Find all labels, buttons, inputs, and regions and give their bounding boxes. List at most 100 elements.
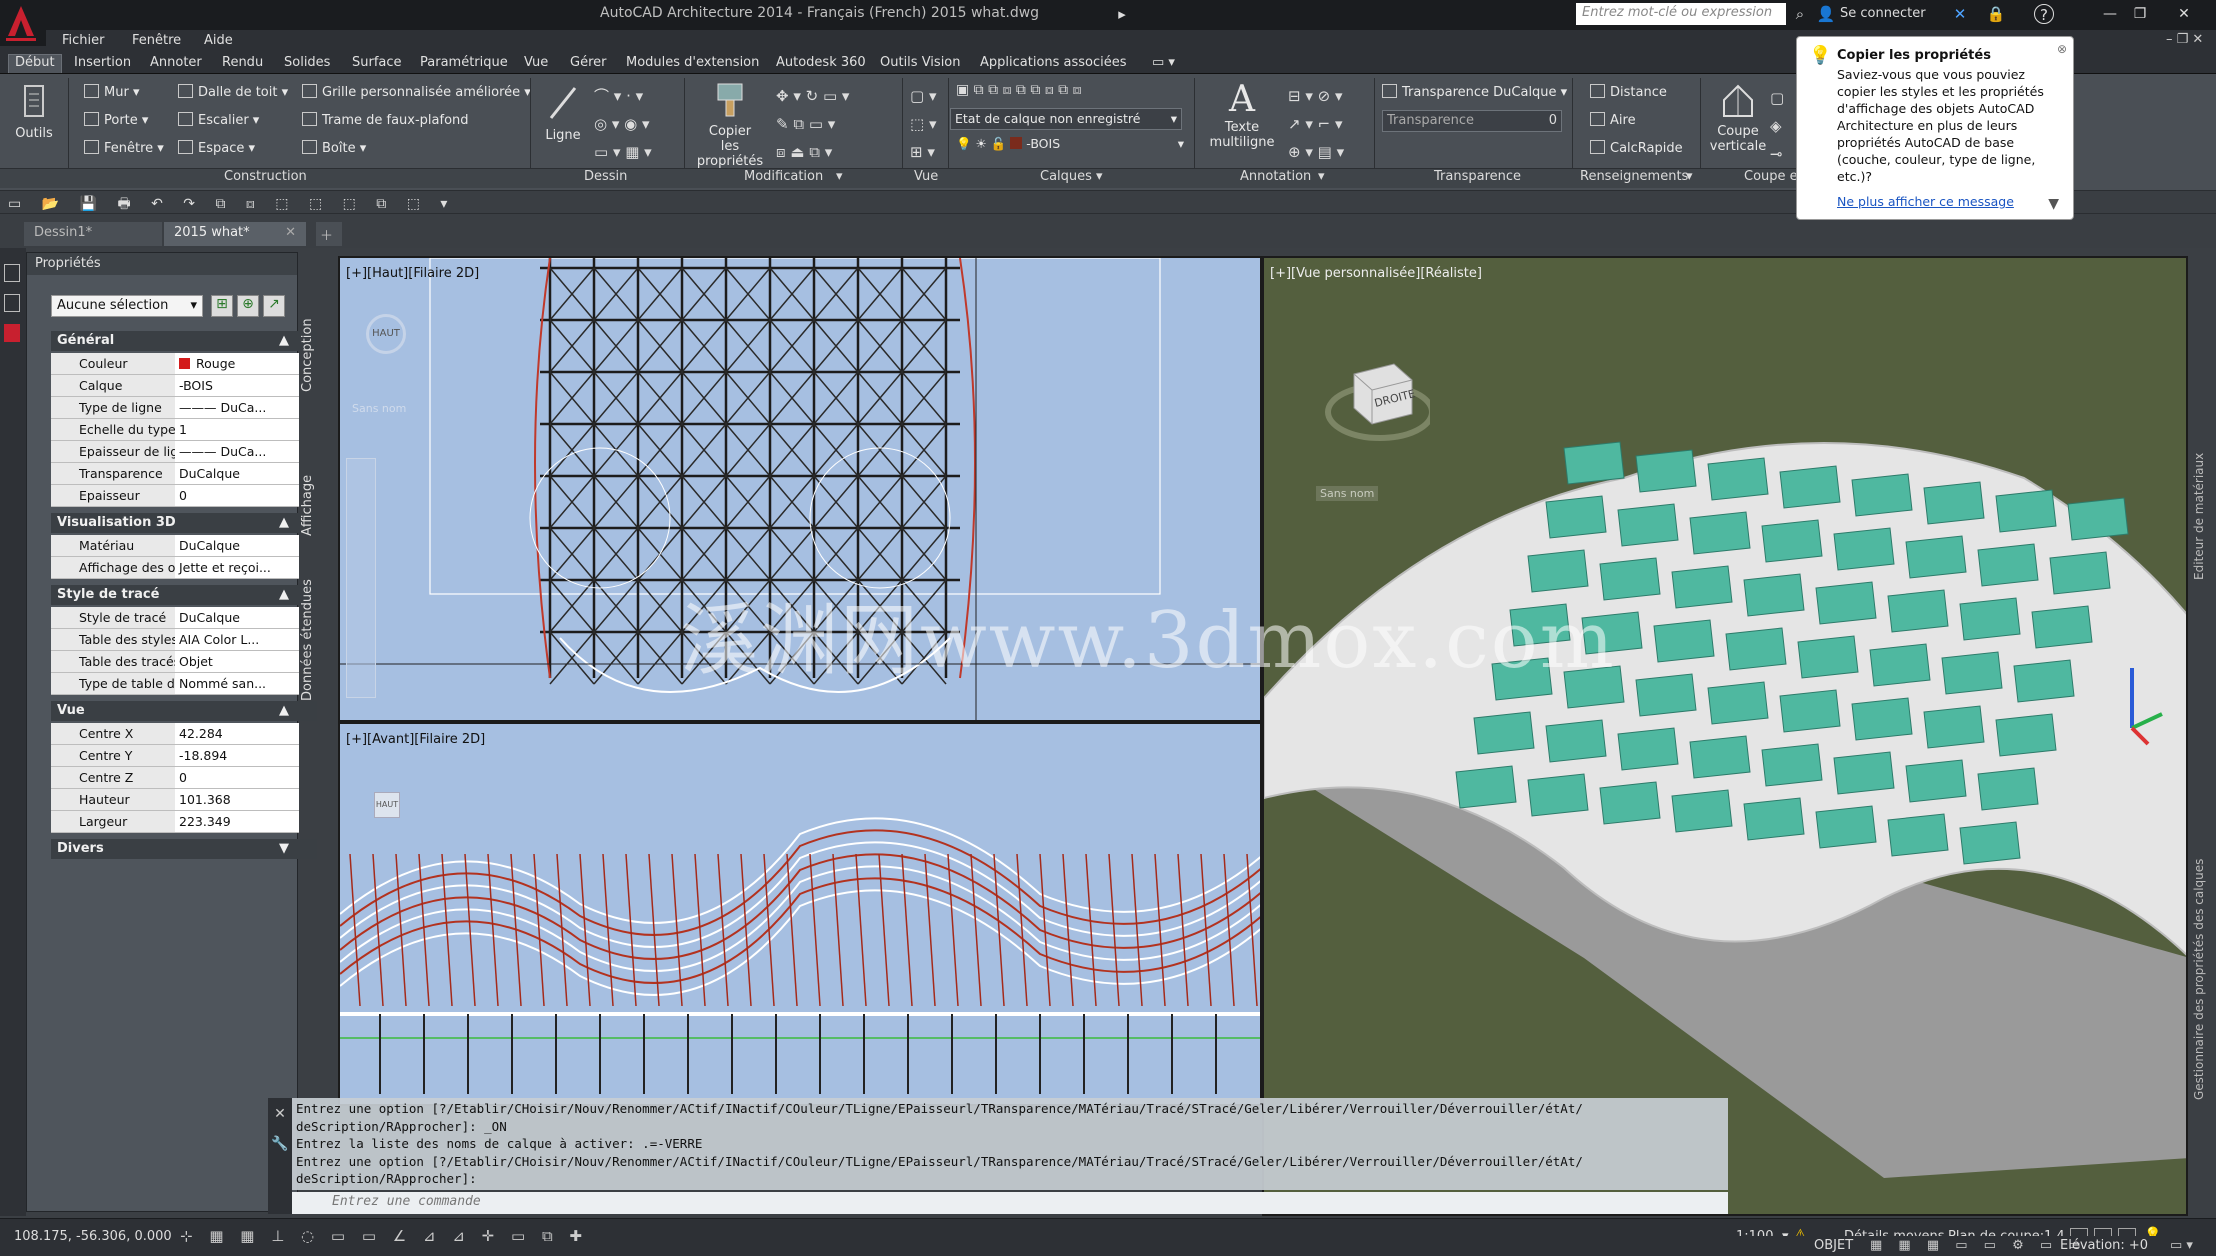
chevron-up-icon[interactable]: ▲ bbox=[279, 587, 289, 602]
property-value[interactable]: DuCalque bbox=[175, 607, 299, 629]
minimize-icon[interactable]: — bbox=[2096, 2, 2124, 26]
property-row[interactable]: Centre Y -18.894 bbox=[51, 745, 317, 767]
viewport-front[interactable]: [+][Avant][Filaire 2D] HAUT bbox=[338, 722, 1262, 1106]
palette-icon[interactable] bbox=[4, 264, 20, 282]
property-value[interactable]: 101.368 bbox=[175, 789, 299, 811]
property-value[interactable]: Rouge bbox=[175, 353, 299, 375]
close-tab-icon[interactable]: ✕ bbox=[285, 225, 296, 240]
property-row[interactable]: Matériau DuCalque bbox=[51, 535, 317, 557]
panel-title-calques[interactable]: Calques bbox=[1040, 169, 1092, 184]
transparence-slider[interactable]: Transparence 0 bbox=[1382, 110, 1562, 132]
menu-fenetre[interactable]: Fenêtre bbox=[132, 33, 181, 48]
binoculars-icon[interactable]: ⌕ bbox=[1790, 4, 1810, 24]
ucs-name-label[interactable]: Sans nom bbox=[352, 402, 406, 415]
vtab-donnees-etendues[interactable]: Données étendues bbox=[300, 570, 330, 710]
chevron-down-icon[interactable]: ▾ bbox=[1686, 169, 1693, 184]
property-row[interactable]: Transparence DuCalque bbox=[51, 463, 317, 485]
app-menu-button[interactable] bbox=[0, 0, 46, 46]
property-row[interactable]: Type de ligne ——— DuCa... bbox=[51, 397, 317, 419]
status-tray-icons[interactable]: ▦ ▦ ▦ ▭ ▭ ⚙ ▭ ▭ bbox=[1870, 1238, 2087, 1253]
trame-button[interactable]: Trame de faux-plafond bbox=[302, 112, 469, 128]
viewport-label-persp[interactable]: [+][Vue personnalisée][Réaliste] bbox=[1270, 266, 1482, 281]
fenetre-button[interactable]: Fenêtre ▾ bbox=[84, 140, 164, 156]
status-menu-icon[interactable]: ▭ ▾ bbox=[2170, 1238, 2193, 1253]
espace-button[interactable]: Espace ▾ bbox=[178, 140, 255, 156]
panel-title-modification[interactable]: Modification bbox=[744, 169, 823, 184]
property-value[interactable]: 223.349 bbox=[175, 811, 299, 833]
exchange-icon[interactable]: ✕ bbox=[1950, 4, 1970, 24]
grille-button[interactable]: Grille personnalisée améliorée ▾ bbox=[302, 84, 531, 100]
boite-button[interactable]: Boîte ▾ bbox=[302, 140, 366, 156]
panel-title-annotation[interactable]: Annotation bbox=[1240, 169, 1311, 184]
chevron-down-icon[interactable]: ▼ bbox=[2048, 196, 2059, 213]
property-value[interactable]: -BOIS bbox=[175, 375, 299, 397]
vtab-materiaux[interactable]: Editeur de matériaux bbox=[2192, 420, 2206, 580]
tab-applications[interactable]: Applications associées bbox=[980, 55, 1127, 70]
ucs-name-label[interactable]: Sans nom bbox=[1316, 486, 1379, 501]
property-row[interactable]: Style de tracé DuCalque bbox=[51, 607, 317, 629]
tab-modules[interactable]: Modules d'extension bbox=[626, 55, 759, 70]
calcrapide-button[interactable]: CalcRapide bbox=[1590, 140, 1683, 156]
wrench-icon[interactable]: 🔧 bbox=[268, 1136, 292, 1152]
property-row[interactable]: Largeur 223.349 bbox=[51, 811, 317, 833]
property-row[interactable]: Epaisseur 0 bbox=[51, 485, 317, 507]
close-icon[interactable]: ⊗ bbox=[2057, 41, 2067, 58]
signin-button[interactable]: Se connecter bbox=[1840, 6, 1926, 21]
dalle-button[interactable]: Dalle de toit ▾ bbox=[178, 84, 288, 100]
viewcube[interactable]: DROITE bbox=[1320, 344, 1435, 441]
property-value[interactable]: -18.894 bbox=[175, 745, 299, 767]
tab-parametrique[interactable]: Paramétrique bbox=[420, 55, 508, 70]
section-header[interactable]: Général ▲ bbox=[51, 331, 317, 351]
chevron-down-icon[interactable]: ▾ bbox=[1096, 169, 1103, 184]
autocad-icon[interactable] bbox=[4, 324, 20, 342]
ribbon-options-icon[interactable]: ▭ ▾ bbox=[1152, 55, 1175, 70]
property-value[interactable]: Jette et reçoi... bbox=[175, 557, 299, 579]
tab-gerer[interactable]: Gérer bbox=[570, 55, 606, 70]
property-value[interactable]: Nommé san... bbox=[175, 673, 299, 695]
elevation-value[interactable]: Elévation: +0 bbox=[2060, 1238, 2148, 1253]
tab-autodesk360[interactable]: Autodesk 360 bbox=[776, 55, 866, 70]
file-tab-dessin1[interactable]: Dessin1* bbox=[24, 222, 162, 246]
toggle-pickadd-icon[interactable]: ⊞ bbox=[211, 295, 233, 317]
tab-debut[interactable]: Début bbox=[8, 54, 62, 73]
draw-tools-grid[interactable]: ⌒ ▾ · ▾ ◎ ▾ ◉ ▾ ▭ ▾ ▦ ▾ bbox=[594, 82, 678, 162]
ligne-button[interactable]: Ligne bbox=[540, 80, 586, 143]
vtab-layer-manager[interactable]: Gestionnaire des propriétés des calques bbox=[2192, 850, 2206, 1100]
section-header[interactable]: Visualisation 3D ▲ bbox=[51, 513, 317, 533]
viewport-perspective[interactable]: [+][Vue personnalisée][Réaliste] DROITE … bbox=[1262, 256, 2188, 1216]
quick-select-icon[interactable]: ⊕ bbox=[237, 295, 259, 317]
chevron-down-icon[interactable]: ▾ bbox=[836, 169, 843, 184]
vtab-conception[interactable]: Conception bbox=[300, 300, 330, 410]
tab-rendu[interactable]: Rendu bbox=[222, 55, 263, 70]
tip-dismiss-link[interactable]: Ne plus afficher ce message bbox=[1837, 193, 2059, 210]
escalier-button[interactable]: Escalier ▾ bbox=[178, 112, 259, 128]
section-header[interactable]: Divers ▼ bbox=[51, 839, 317, 859]
chevron-up-icon[interactable]: ▲ bbox=[279, 703, 289, 718]
porte-button[interactable]: Porte ▾ bbox=[84, 112, 148, 128]
menu-fichier[interactable]: Fichier bbox=[62, 33, 105, 48]
mur-button[interactable]: Mur ▾ bbox=[84, 84, 139, 100]
property-row[interactable]: Epaisseur de ligne ——— DuCa... bbox=[51, 441, 317, 463]
tab-annoter[interactable]: Annoter bbox=[150, 55, 202, 70]
chevron-down-icon[interactable]: ▾ bbox=[1318, 169, 1325, 184]
layer-tools-row[interactable]: ▣ ⧉ ⧉ ⧈ ⧉ ⧉ ⧈ ⧉ ⧈ bbox=[956, 82, 1186, 106]
property-value[interactable]: DuCalque bbox=[175, 535, 299, 557]
help-icon[interactable]: ? bbox=[2034, 4, 2054, 24]
doc-window-controls[interactable]: – ❐ ✕ bbox=[2166, 32, 2203, 47]
coupe-extra-tools[interactable]: ▢ ◈ ⊸ bbox=[1770, 84, 1784, 168]
command-line-handle[interactable]: ✕ 🔧 bbox=[268, 1098, 292, 1214]
property-value[interactable]: 1 bbox=[175, 419, 299, 441]
texte-multiligne-button[interactable]: A Texte multiligne bbox=[1204, 80, 1280, 151]
close-icon[interactable]: ✕ bbox=[268, 1106, 292, 1122]
property-value[interactable]: Objet bbox=[175, 651, 299, 673]
drafting-toggle-icons[interactable]: ⊹ ▦ ▦ ⊥ ◌ ▭ ▭ ∠ ⊿ ⊿ ✛ ▭ ⧉ ✚ bbox=[180, 1227, 588, 1245]
tab-outils-vision[interactable]: Outils Vision bbox=[880, 55, 961, 70]
property-value[interactable]: 42.284 bbox=[175, 723, 299, 745]
cursor-coordinates[interactable]: 108.175, -56.306, 0.000 bbox=[14, 1229, 172, 1244]
tab-surface[interactable]: Surface bbox=[352, 55, 402, 70]
property-row[interactable]: Affichage des omb... Jette et reçoi... bbox=[51, 557, 317, 579]
property-row[interactable]: Centre X 42.284 bbox=[51, 723, 317, 745]
property-row[interactable]: Couleur Rouge bbox=[51, 353, 317, 375]
chevron-up-icon[interactable]: ▲ bbox=[279, 515, 289, 530]
property-row[interactable]: Centre Z 0 bbox=[51, 767, 317, 789]
